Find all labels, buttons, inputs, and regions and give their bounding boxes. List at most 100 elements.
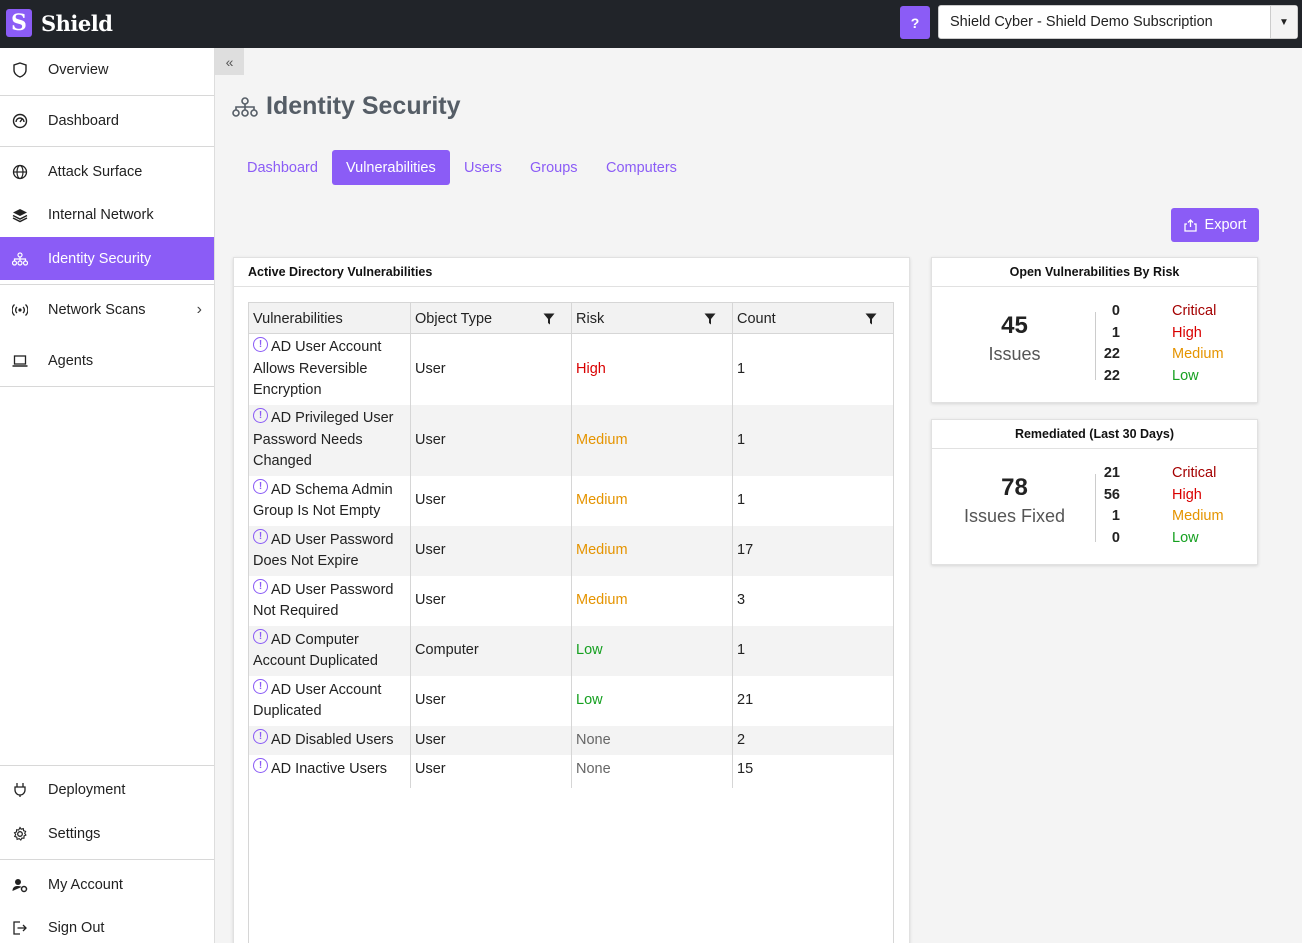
column-header-object-type[interactable]: Object Type: [415, 311, 492, 327]
sidebar-item-label: Dashboard: [48, 112, 119, 129]
risk-breakdown-row: 22 Low: [1097, 368, 1257, 389]
logo-mark: S: [6, 9, 32, 37]
help-button[interactable]: ?: [900, 6, 930, 39]
sidebar: Overview Dashboard Attack Surface Intern…: [0, 48, 215, 943]
risk-count: 0: [1111, 303, 1120, 319]
sidebar-item-label: Network Scans: [48, 301, 146, 318]
risk-cell: None: [576, 760, 611, 777]
sidebar-item-label: My Account: [48, 876, 123, 893]
remediated-card: Remediated (Last 30 Days) 78 Issues Fixe…: [931, 419, 1258, 565]
object-type-cell: User: [415, 542, 446, 559]
risk-cell: Medium: [576, 542, 628, 559]
sidebar-item-label: Attack Surface: [48, 163, 143, 180]
caret-down-icon[interactable]: ▼: [1270, 6, 1297, 38]
column-header-risk[interactable]: Risk: [576, 311, 604, 327]
vulnerability-name: AD User Account Allows Reversible Encryp…: [253, 339, 382, 399]
count-cell: 1: [737, 642, 746, 659]
divider: [0, 95, 214, 96]
tab-vulnerabilities[interactable]: Vulnerabilities: [332, 150, 450, 185]
object-type-cell: User: [415, 692, 446, 709]
sidebar-item-label: Deployment: [48, 781, 126, 798]
risk-breakdown-row: 1 High: [1097, 325, 1257, 346]
risk-breakdown-row: 0 Low: [1097, 530, 1257, 551]
sidebar-item-dashboard[interactable]: Dashboard: [0, 99, 214, 142]
tab-groups[interactable]: Groups: [516, 150, 592, 185]
logo[interactable]: S Shield: [6, 9, 113, 37]
broadcast-icon: [12, 302, 28, 318]
sidebar-item-identity-security[interactable]: Identity Security: [0, 237, 214, 280]
open-total-label: Issues: [988, 344, 1041, 364]
gauge-icon: [12, 113, 28, 129]
sidebar-item-label: Identity Security: [48, 250, 152, 267]
hierarchy-icon: [12, 251, 28, 267]
column-divider: [732, 303, 733, 788]
export-button[interactable]: Export: [1171, 208, 1259, 242]
vulnerability-name-cell: ! AD Schema Admin Group Is Not Empty: [253, 476, 405, 526]
object-type-cell: User: [415, 731, 446, 748]
vulnerability-name: AD User Password Not Required: [253, 581, 394, 620]
plug-icon: [12, 782, 28, 798]
sidebar-item-overview[interactable]: Overview: [0, 48, 214, 91]
sidebar-item-deployment[interactable]: Deployment: [0, 768, 214, 811]
count-cell: 15: [737, 760, 754, 777]
tab-users[interactable]: Users: [450, 150, 516, 185]
risk-label: High: [1172, 324, 1202, 341]
risk-label: Medium: [1172, 508, 1224, 524]
sidebar-item-agents[interactable]: Agents: [0, 339, 214, 382]
risk-label: Critical: [1172, 465, 1217, 481]
vulnerability-name: AD User Password Does Not Expire: [253, 531, 394, 570]
sidebar-item-settings[interactable]: Settings: [0, 812, 214, 855]
object-type-cell: Computer: [415, 642, 479, 659]
filter-icon[interactable]: [704, 312, 716, 325]
count-cell: 1: [737, 492, 746, 509]
risk-count: 0: [1111, 529, 1120, 546]
vulnerabilities-card: Active Directory Vulnerabilities Vulnera…: [233, 257, 910, 943]
filter-icon[interactable]: [543, 312, 555, 325]
risk-breakdown-row: 0 Critical: [1097, 303, 1257, 324]
risk-label: High: [1172, 486, 1202, 503]
object-type-cell: User: [415, 592, 446, 609]
vulnerability-name-cell: ! AD User Password Not Required: [253, 576, 405, 626]
count-cell: 17: [737, 542, 754, 559]
risk-cell: Medium: [576, 492, 628, 509]
sidebar-item-sign-out[interactable]: Sign Out: [0, 906, 214, 943]
divider: [0, 386, 214, 387]
sidebar-item-internal-network[interactable]: Internal Network: [0, 193, 214, 236]
object-type-cell: User: [415, 760, 446, 777]
vulnerability-name: AD Inactive Users: [271, 760, 388, 777]
vulnerability-name-cell: ! AD Computer Account Duplicated: [253, 626, 405, 676]
risk-count: 21: [1103, 465, 1120, 481]
laptop-icon: [12, 353, 28, 369]
column-header-vulnerabilities[interactable]: Vulnerabilities: [253, 311, 343, 327]
page-title: Identity Security: [232, 92, 461, 121]
risk-breakdown-row: 56 High: [1097, 487, 1257, 508]
shield-icon: [12, 61, 28, 78]
collapse-sidebar-button[interactable]: «: [215, 48, 244, 75]
risk-count: 22: [1103, 367, 1120, 384]
vulnerability-name-cell: ! AD User Account Duplicated: [253, 676, 405, 726]
sidebar-item-network-scans[interactable]: Network Scans ›: [0, 288, 214, 331]
object-type-cell: User: [415, 360, 446, 377]
sidebar-item-attack-surface[interactable]: Attack Surface: [0, 150, 214, 193]
divider: [1095, 474, 1096, 542]
column-header-count[interactable]: Count: [737, 311, 776, 327]
vulnerability-name-cell: ! AD Inactive Users: [253, 755, 405, 784]
risk-breakdown-row: 21 Critical: [1097, 465, 1257, 486]
open-total-number: 45: [1001, 312, 1028, 339]
subscription-select[interactable]: Shield Cyber - Shield Demo Subscription …: [938, 5, 1298, 39]
sign-out-icon: [12, 920, 28, 936]
count-cell: 21: [737, 692, 754, 709]
card-title: Open Vulnerabilities By Risk: [932, 258, 1257, 287]
sidebar-item-my-account[interactable]: My Account: [0, 863, 214, 906]
risk-cell: None: [576, 731, 611, 748]
filter-icon[interactable]: [865, 312, 877, 325]
count-cell: 1: [737, 431, 746, 448]
divider: [0, 146, 214, 147]
risk-count: 1: [1111, 508, 1120, 524]
tab-computers[interactable]: Computers: [592, 150, 691, 185]
tab-dashboard[interactable]: Dashboard: [233, 150, 332, 185]
top-bar: S Shield ? Shield Cyber - Shield Demo Su…: [0, 0, 1302, 48]
risk-cell: Low: [576, 642, 603, 659]
card-title: Active Directory Vulnerabilities: [234, 258, 909, 287]
remediated-total: 78 Issues Fixed: [932, 474, 1097, 527]
